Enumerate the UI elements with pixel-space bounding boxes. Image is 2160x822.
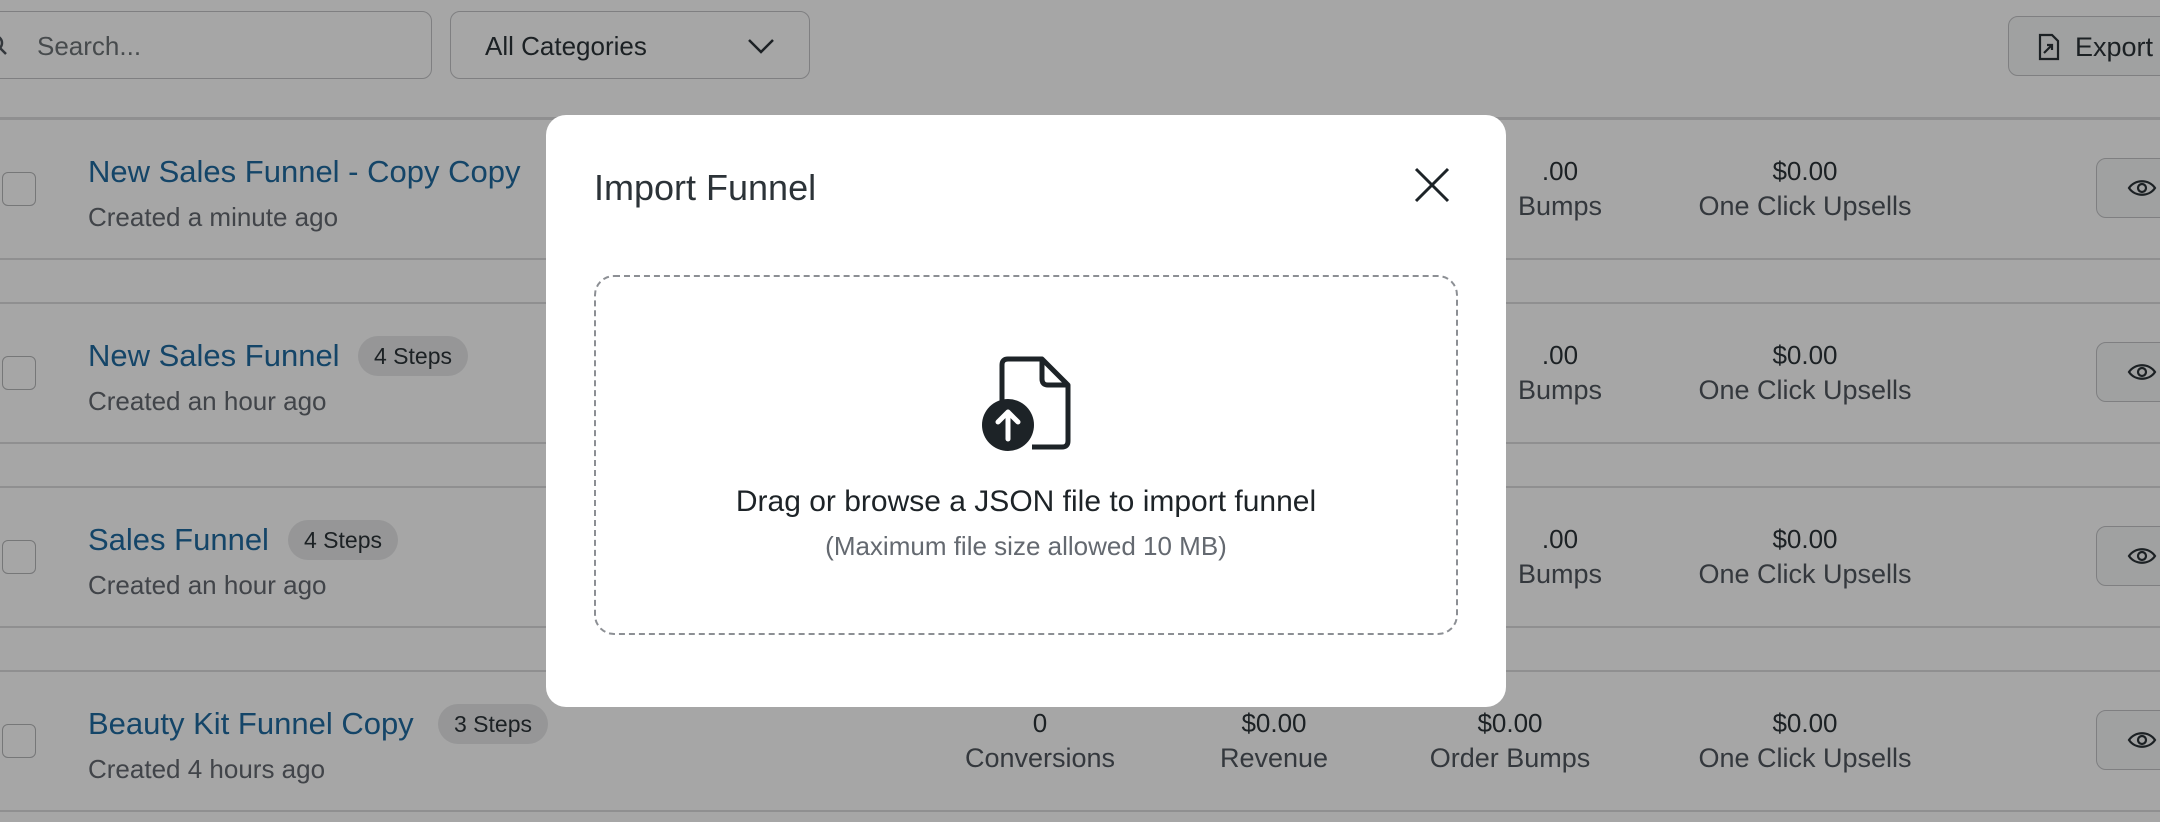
dropzone-instructions: Drag or browse a JSON file to import fun… — [735, 485, 1317, 518]
file-dropzone[interactable]: Drag or browse a JSON file to import fun… — [594, 275, 1458, 635]
close-icon[interactable] — [1412, 165, 1452, 205]
import-funnel-modal: Import Funnel Drag or browse a JSON file… — [546, 115, 1506, 707]
dropzone-file-size-hint: (Maximum file size allowed 10 MB) — [825, 531, 1227, 561]
file-upload-icon — [982, 356, 1071, 451]
modal-title: Import Funnel — [594, 167, 817, 208]
